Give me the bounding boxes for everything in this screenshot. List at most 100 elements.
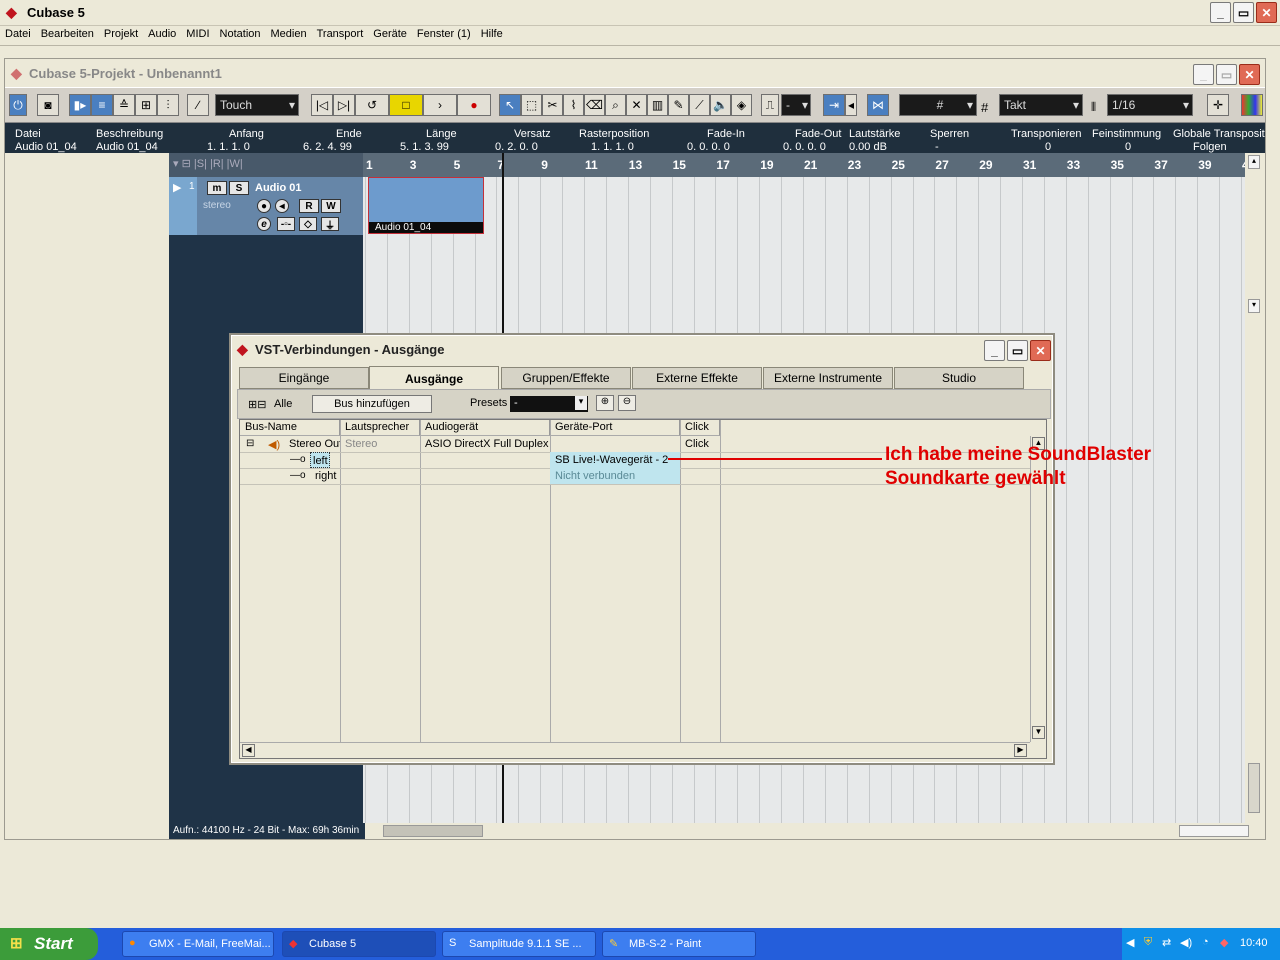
- app-tray-icon[interactable]: ◆: [1220, 936, 1228, 949]
- menu-audio[interactable]: Audio: [143, 26, 181, 40]
- bus-channel-left[interactable]: left: [310, 452, 330, 468]
- lanes-icon[interactable]: ⏚: [321, 217, 339, 232]
- scroll-left-arrow-icon[interactable]: ◀: [242, 744, 255, 757]
- edit-channel-button[interactable]: e: [257, 217, 271, 231]
- tab-studio[interactable]: Studio: [894, 367, 1024, 389]
- infoline-value[interactable]: 0. 0. 0. 0: [687, 141, 730, 153]
- menu-projekt[interactable]: Projekt: [99, 26, 143, 40]
- infoline-value[interactable]: 0. 0. 0. 0: [783, 141, 826, 153]
- snap-select[interactable]: - ▾: [781, 94, 811, 116]
- infoline-value[interactable]: 6. 2. 4. 99: [303, 141, 352, 153]
- start-button[interactable]: ⊞ Start: [0, 928, 98, 960]
- grid-type-select[interactable]: # ▾: [899, 94, 977, 116]
- taskbar-item-samplitude[interactable]: S Samplitude 9.1.1 SE ...: [442, 931, 596, 957]
- track-name[interactable]: Audio 01: [255, 182, 301, 194]
- activate-project-button[interactable]: ⏻: [9, 94, 27, 116]
- infoline-value[interactable]: Folgen: [1193, 141, 1227, 153]
- minimize-button[interactable]: _: [1210, 2, 1231, 23]
- scroll-down-arrow-icon[interactable]: ▼: [1032, 726, 1045, 739]
- taskbar-item-gmx[interactable]: ● GMX - E-Mail, FreeMai...: [122, 931, 274, 957]
- project-titlebar[interactable]: ◆ Cubase 5-Projekt - Unbenannt1 _ ▭ ✕: [5, 59, 1265, 87]
- infoline-value[interactable]: 1. 1. 1. 0: [207, 141, 250, 153]
- infoline-value[interactable]: 0: [1045, 141, 1051, 153]
- glue-tool-icon[interactable]: ⌇: [563, 94, 584, 116]
- color-tool-icon[interactable]: ◈: [731, 94, 752, 116]
- menu-hilfe[interactable]: Hilfe: [476, 26, 508, 40]
- show-mixer-button[interactable]: ⫶: [157, 94, 179, 116]
- infoline-value[interactable]: 0: [1125, 141, 1131, 153]
- app-titlebar[interactable]: ◆ Cubase 5 _ ▭ ✕: [0, 0, 1280, 26]
- automation-icon[interactable]: ∕: [187, 94, 209, 116]
- menu-midi[interactable]: MIDI: [181, 26, 214, 40]
- infoline-value[interactable]: 0. 2. 0. 0: [495, 141, 538, 153]
- bus-channel-right[interactable]: right: [310, 468, 340, 484]
- collapse-icon[interactable]: ⊟: [246, 438, 254, 449]
- play-tool-icon[interactable]: 🔈: [710, 94, 731, 116]
- scroll-right-arrow-icon[interactable]: ▶: [1014, 744, 1027, 757]
- project-maximize-button[interactable]: ▭: [1216, 64, 1237, 85]
- show-overview-button[interactable]: ≙: [113, 94, 135, 116]
- vst-close-button[interactable]: ✕: [1030, 340, 1051, 361]
- scroll-up-arrow-icon[interactable]: ▴: [1248, 155, 1260, 169]
- infoline-value[interactable]: 5. 1. 3. 99: [400, 141, 449, 153]
- delete-preset-icon[interactable]: ⊖: [618, 395, 636, 411]
- stop-button[interactable]: □: [389, 94, 423, 116]
- project-vertical-scrollbar[interactable]: ▴ ▾: [1245, 153, 1263, 823]
- timewarp-tool-icon[interactable]: ▥: [647, 94, 668, 116]
- volume-icon[interactable]: ◀): [1180, 936, 1192, 949]
- quantize-select[interactable]: 1/16 ▾: [1107, 94, 1193, 116]
- show-inspector-button[interactable]: ▮▸: [69, 94, 91, 116]
- col-bus-name[interactable]: Bus-Name: [240, 420, 340, 436]
- record-enable-button[interactable]: ●: [257, 199, 271, 213]
- draw-tool-icon[interactable]: ✎: [668, 94, 689, 116]
- clock-icon[interactable]: ◔: [1202, 936, 1209, 948]
- track-audio-01[interactable]: ▶ 1 m S Audio 01 stereo ● ◂ R W e -▫- ◇ …: [169, 177, 363, 235]
- audio-device[interactable]: ASIO DirectX Full Duplex D: [420, 436, 550, 452]
- snap-mode-button[interactable]: ◂: [845, 94, 857, 116]
- add-bus-button[interactable]: Bus hinzufügen: [312, 395, 432, 413]
- line-tool-icon[interactable]: ⟋: [689, 94, 710, 116]
- horizontal-scroll-thumb[interactable]: [383, 825, 483, 837]
- read-automation-button[interactable]: R: [299, 199, 319, 213]
- infoline-value[interactable]: 0.00 dB: [849, 141, 887, 153]
- infoline-value[interactable]: Audio 01_04: [96, 141, 158, 153]
- tab-ausgaenge[interactable]: Ausgänge: [369, 366, 499, 390]
- lock-icon[interactable]: -▫-: [277, 217, 295, 231]
- timebase-icon[interactable]: ◇: [299, 217, 317, 231]
- network-icon[interactable]: ⇄: [1162, 936, 1171, 949]
- device-port-right[interactable]: Nicht verbunden: [550, 468, 680, 484]
- audio-event[interactable]: Audio 01_04: [368, 177, 484, 234]
- grid-select[interactable]: Takt ▾: [999, 94, 1083, 116]
- color-palette-icon[interactable]: [1241, 94, 1263, 116]
- menu-transport[interactable]: Transport: [312, 26, 369, 40]
- bus-name-stereo-out[interactable]: Stereo Out: [284, 436, 340, 452]
- table-horizontal-scrollbar[interactable]: ◀ ▶: [240, 742, 1030, 758]
- snap-zero-crossing-button[interactable]: ⋈: [867, 94, 889, 116]
- security-shield-icon[interactable]: ⛨: [1144, 936, 1152, 949]
- monitor-button[interactable]: ◂: [275, 199, 289, 213]
- snap-button[interactable]: ⇥: [823, 94, 845, 116]
- constrain-delay-button[interactable]: ◙: [37, 94, 59, 116]
- project-close-button[interactable]: ✕: [1239, 64, 1260, 85]
- go-to-start-button[interactable]: |◁: [311, 94, 333, 116]
- infoline-value[interactable]: 1. 1. 1. 0: [591, 141, 634, 153]
- menu-medien[interactable]: Medien: [266, 26, 312, 40]
- zoom-tool-icon[interactable]: ⌕: [605, 94, 626, 116]
- track-expand-icon[interactable]: ▶: [173, 181, 181, 194]
- erase-tool-icon[interactable]: ⌫: [584, 94, 605, 116]
- menu-notation[interactable]: Notation: [215, 26, 266, 40]
- speaker-config[interactable]: Stereo: [340, 436, 420, 452]
- col-click[interactable]: Click: [680, 420, 720, 436]
- vst-minimize-button[interactable]: _: [984, 340, 1005, 361]
- mute-tool-icon[interactable]: ✕: [626, 94, 647, 116]
- crosshair-icon[interactable]: ✛: [1207, 94, 1229, 116]
- tab-externe-instrumente[interactable]: Externe Instrumente: [763, 367, 893, 389]
- ruler[interactable]: 135791113151719212325272931333537394: [363, 153, 1245, 177]
- scroll-down-arrow-icon[interactable]: ▾: [1248, 299, 1260, 313]
- presets-select[interactable]: - ▾: [510, 396, 588, 412]
- write-automation-button[interactable]: W: [321, 199, 341, 213]
- zoom-slider[interactable]: [1248, 763, 1260, 813]
- taskbar-item-paint[interactable]: ✎ MB-S-2 - Paint: [602, 931, 756, 957]
- automation-mode-select[interactable]: Touch ▾: [215, 94, 299, 116]
- record-button[interactable]: ●: [457, 94, 491, 116]
